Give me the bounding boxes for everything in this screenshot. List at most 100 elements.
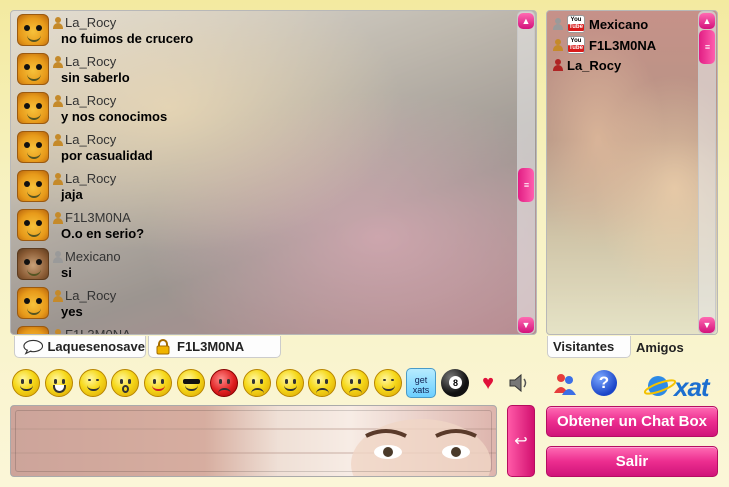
message-row: La_Rocy no fuimos de crucero bbox=[17, 11, 257, 50]
tab-friends[interactable]: Amigos bbox=[631, 336, 711, 358]
scroll-thumb[interactable]: ≡ bbox=[699, 30, 715, 64]
scroll-up-button[interactable]: ▲ bbox=[518, 13, 534, 29]
leave-button[interactable]: Salir bbox=[546, 446, 718, 477]
tab-visitors[interactable]: Visitantes bbox=[547, 336, 631, 358]
leave-label: Salir bbox=[615, 453, 649, 470]
message-username[interactable]: La_Rocy bbox=[65, 288, 116, 303]
smiley-wink-icon[interactable] bbox=[79, 369, 107, 397]
sound-icon[interactable] bbox=[507, 371, 531, 395]
avatar[interactable] bbox=[17, 131, 49, 163]
friends-icon[interactable] bbox=[552, 371, 578, 397]
smiley-biggrin-icon[interactable] bbox=[45, 369, 73, 397]
get-xats-button[interactable]: get xats bbox=[406, 368, 436, 398]
smiley-crying-icon[interactable] bbox=[341, 369, 369, 397]
message-username[interactable]: F1L3M0NA bbox=[65, 327, 131, 334]
message-text: yes bbox=[61, 304, 83, 319]
smiley-blush-icon[interactable] bbox=[276, 369, 304, 397]
scroll-down-button[interactable]: ▼ bbox=[699, 317, 715, 333]
message-list: La_Rocy no fuimos de crucero La_Rocy sin… bbox=[17, 11, 257, 334]
message-username[interactable]: La_Rocy bbox=[65, 132, 116, 147]
smiley-sad-icon[interactable] bbox=[308, 369, 336, 397]
send-button[interactable]: ↩ bbox=[507, 405, 535, 477]
avatar[interactable] bbox=[17, 326, 49, 334]
get-chatbox-label: Obtener un Chat Box bbox=[556, 413, 707, 430]
avatar[interactable] bbox=[17, 287, 49, 319]
member-icon bbox=[53, 17, 63, 29]
user-list-item[interactable]: You Tube Mexicano bbox=[553, 14, 648, 34]
message-username[interactable]: La_Rocy bbox=[65, 15, 116, 30]
message-input-container bbox=[10, 405, 497, 477]
lock-icon bbox=[156, 338, 170, 354]
user-list-name: Mexicano bbox=[589, 16, 649, 32]
get-xats-line1: get bbox=[414, 375, 428, 385]
message-row: La_Rocy yes bbox=[17, 284, 257, 323]
youtube-icon: You Tube bbox=[567, 36, 585, 54]
message-row: F1L3M0NA bbox=[17, 323, 257, 334]
tab-main-chat[interactable]: Laquesenosave bbox=[14, 336, 146, 358]
guest-icon bbox=[553, 18, 563, 30]
avatar[interactable] bbox=[17, 209, 49, 241]
planet-icon bbox=[644, 376, 677, 396]
smiley-relaxed-icon[interactable] bbox=[374, 369, 402, 397]
tab-private-chat[interactable]: F1L3M0NA bbox=[148, 336, 281, 358]
avatar[interactable] bbox=[17, 14, 49, 46]
tab-main-label: Laquesenosave bbox=[47, 339, 145, 354]
member-icon bbox=[53, 329, 63, 334]
scroll-up-button[interactable]: ▲ bbox=[699, 13, 715, 29]
smiley-tongue-icon[interactable] bbox=[144, 369, 172, 397]
message-text: y nos conocimos bbox=[61, 109, 168, 124]
message-input[interactable] bbox=[15, 410, 492, 472]
message-text: O.o en serio? bbox=[61, 226, 145, 241]
smiley-angry-icon[interactable] bbox=[210, 369, 238, 397]
send-icon: ↩ bbox=[514, 433, 528, 450]
user-list-item[interactable]: La_Rocy bbox=[553, 55, 621, 75]
scroll-thumb[interactable]: ≡ bbox=[518, 168, 534, 202]
hearts-smiley-icon[interactable]: ♥ bbox=[473, 368, 503, 398]
user-list-panel: You Tube Mexicano You Tube F1L3M0NA La_Roc… bbox=[546, 10, 718, 335]
smiley-smile-icon[interactable] bbox=[12, 369, 40, 397]
chat-panel: La_Rocy no fuimos de crucero La_Rocy sin… bbox=[10, 10, 537, 335]
get-chatbox-button[interactable]: Obtener un Chat Box bbox=[546, 406, 718, 437]
youtube-icon: You Tube bbox=[567, 15, 585, 33]
user-list-name: F1L3M0NA bbox=[589, 37, 657, 53]
message-row: La_Rocy jaja bbox=[17, 167, 257, 206]
user-list-item[interactable]: You Tube F1L3M0NA bbox=[553, 35, 656, 55]
member-icon bbox=[553, 39, 563, 51]
member-icon bbox=[53, 134, 63, 146]
message-text: sin saberlo bbox=[61, 70, 130, 85]
member-icon bbox=[53, 56, 63, 68]
message-row: La_Rocy sin saberlo bbox=[17, 50, 257, 89]
eightball-icon[interactable]: 8 bbox=[441, 369, 469, 397]
message-row: F1L3M0NA O.o en serio? bbox=[17, 206, 257, 245]
help-icon[interactable]: ? bbox=[591, 370, 617, 396]
member-icon bbox=[53, 290, 63, 302]
chat-scrollbar[interactable]: ▲ ≡ ▼ bbox=[517, 11, 535, 334]
help-label: ? bbox=[598, 373, 610, 392]
xat-logo[interactable]: xat bbox=[644, 372, 718, 402]
message-text: jaja bbox=[61, 187, 83, 202]
message-username[interactable]: La_Rocy bbox=[65, 171, 116, 186]
smiley-shocked-icon[interactable] bbox=[111, 369, 139, 397]
scroll-down-button[interactable]: ▼ bbox=[518, 317, 534, 333]
avatar[interactable] bbox=[17, 92, 49, 124]
message-username[interactable]: Mexicano bbox=[65, 249, 121, 264]
message-row: La_Rocy por casualidad bbox=[17, 128, 257, 167]
speech-bubble-icon bbox=[23, 339, 44, 355]
message-username[interactable]: La_Rocy bbox=[65, 54, 116, 69]
message-username[interactable]: La_Rocy bbox=[65, 93, 116, 108]
avatar[interactable] bbox=[17, 170, 49, 202]
avatar[interactable] bbox=[17, 53, 49, 85]
message-text: si bbox=[61, 265, 72, 280]
user-list-scrollbar[interactable]: ▲ ≡ ▼ bbox=[698, 11, 716, 334]
xat-logo-text: xat bbox=[674, 372, 710, 402]
message-username[interactable]: F1L3M0NA bbox=[65, 210, 131, 225]
smiley-cool-icon[interactable] bbox=[177, 369, 205, 397]
smiley-confused-icon[interactable] bbox=[243, 369, 271, 397]
user-list-name: La_Rocy bbox=[567, 57, 622, 73]
member-icon bbox=[53, 95, 63, 107]
tab-visitors-label: Visitantes bbox=[553, 339, 615, 354]
guest-icon bbox=[53, 251, 63, 263]
avatar[interactable] bbox=[17, 248, 49, 280]
message-row: La_Rocy y nos conocimos bbox=[17, 89, 257, 128]
eightball-label: 8 bbox=[449, 376, 462, 389]
